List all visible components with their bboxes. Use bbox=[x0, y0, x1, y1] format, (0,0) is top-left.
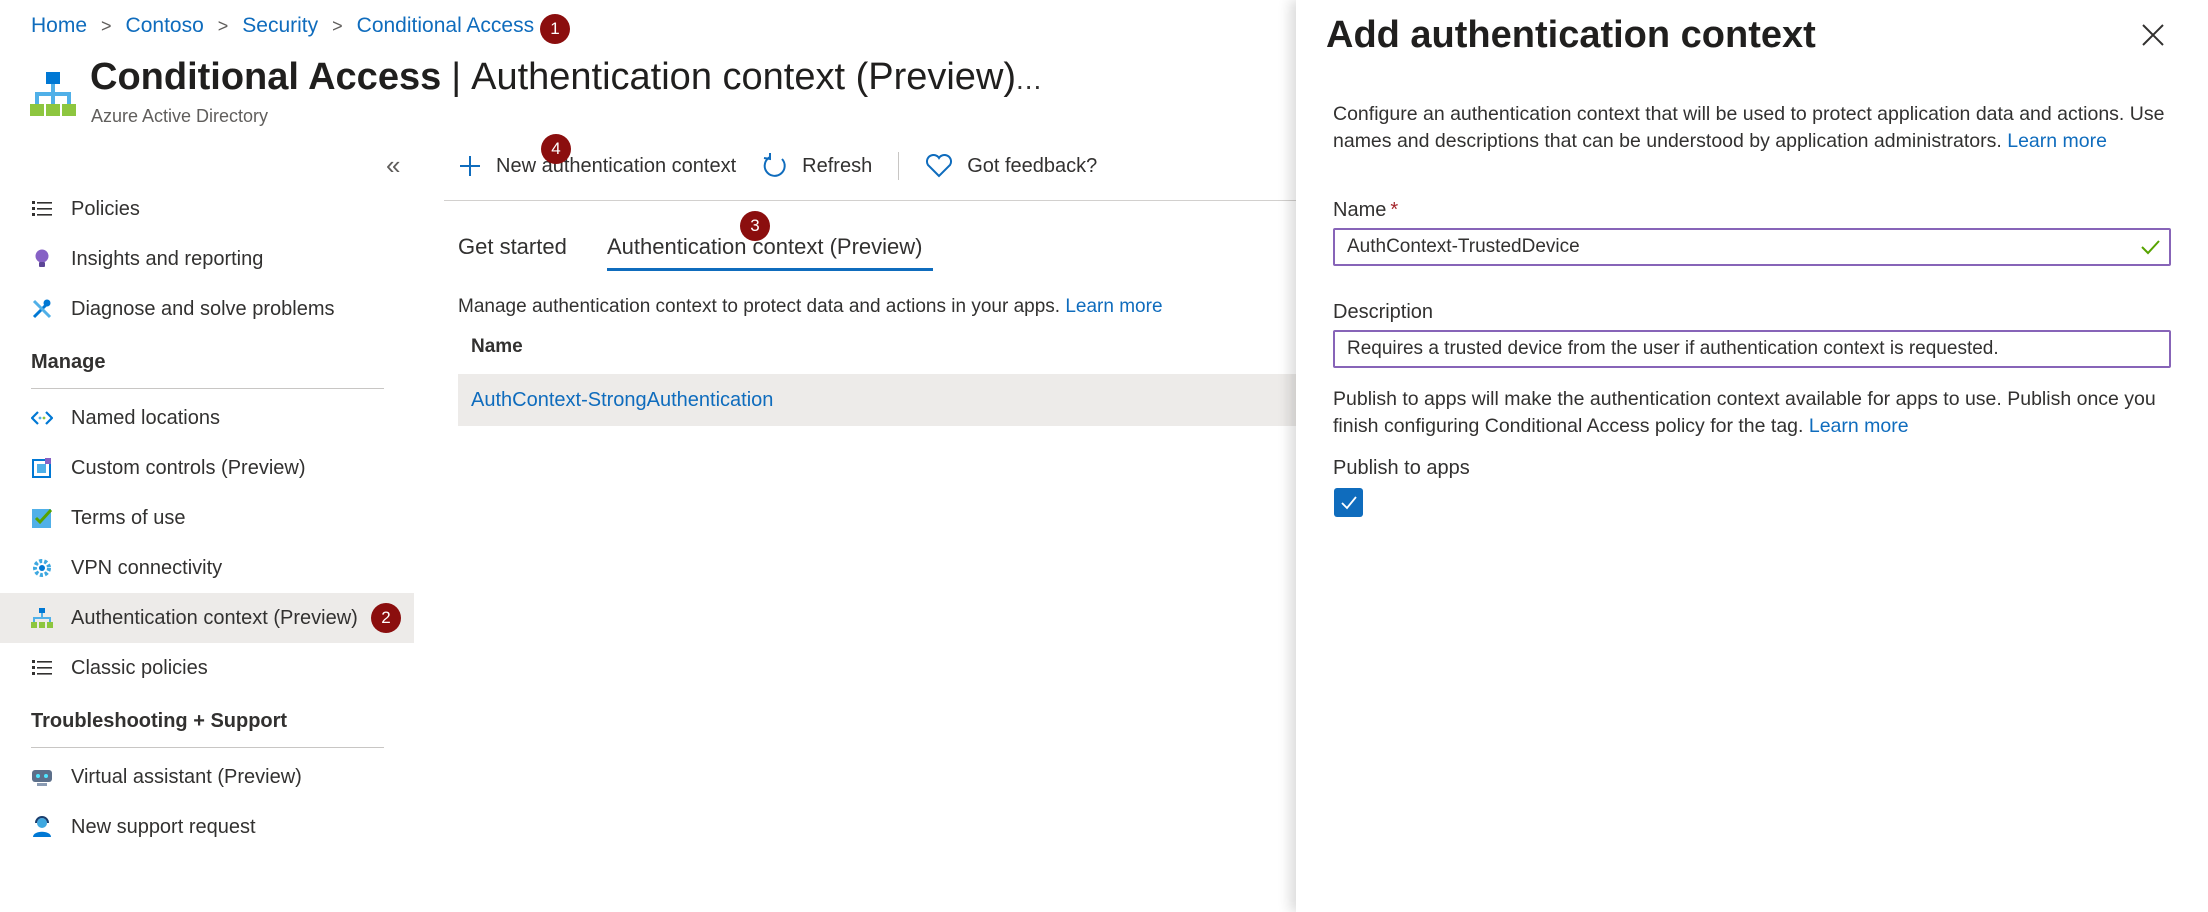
chevron-right-icon: > bbox=[101, 15, 112, 36]
sidebar-item-terms-of-use[interactable]: Terms of use bbox=[0, 493, 414, 543]
panel-intro: Configure an authentication context that… bbox=[1333, 101, 2173, 155]
sidebar-item-authentication-context[interactable]: Authentication context (Preview) 2 bbox=[0, 593, 414, 643]
sidebar-item-new-support-request[interactable]: New support request bbox=[0, 802, 414, 852]
add-authentication-context-panel: Add authentication context Configure an … bbox=[1296, 0, 2208, 912]
sidebar-item-label: Custom controls (Preview) bbox=[71, 456, 306, 479]
chevron-right-icon: > bbox=[217, 15, 229, 36]
description-field-value: Requires a trusted device from the user … bbox=[1347, 338, 1999, 359]
step-badge-4: 4 bbox=[541, 134, 571, 164]
title-separator: | bbox=[451, 56, 462, 98]
breadcrumb-contoso[interactable]: Contoso bbox=[126, 14, 204, 38]
sidebar-item-insights[interactable]: Insights and reporting bbox=[0, 234, 414, 284]
sidebar-item-label: Policies bbox=[71, 197, 140, 220]
command-bar-divider bbox=[444, 200, 1296, 201]
sidebar-item-policies[interactable]: Policies bbox=[0, 184, 414, 234]
table-row[interactable]: AuthContext-StrongAuthentication bbox=[458, 374, 1296, 426]
step-badge-1: 1 bbox=[540, 14, 570, 44]
publish-description: Publish to apps will make the authentica… bbox=[1333, 386, 2173, 440]
sidebar: Policies Insights and reporting Diagnose… bbox=[0, 184, 414, 852]
page-subtitle: Azure Active Directory bbox=[91, 106, 269, 126]
wrench-icon bbox=[31, 298, 53, 320]
sidebar-item-custom-controls[interactable]: Custom controls (Preview) bbox=[0, 443, 414, 493]
content-description: Manage authentication context to protect… bbox=[458, 296, 1163, 318]
sidebar-item-label: Insights and reporting bbox=[71, 247, 264, 270]
sidebar-item-vpn[interactable]: VPN connectivity bbox=[0, 543, 414, 593]
validation-check-icon bbox=[2141, 240, 2160, 255]
selected-tab-indicator bbox=[607, 268, 933, 271]
sidebar-item-label: Diagnose and solve problems bbox=[71, 297, 335, 320]
checkmark-icon bbox=[1340, 495, 1357, 509]
refresh-button[interactable]: Refresh bbox=[762, 153, 872, 179]
section-heading-support: Troubleshooting + Support bbox=[31, 710, 288, 732]
column-header-name[interactable]: Name bbox=[471, 336, 523, 358]
breadcrumb-conditional-access[interactable]: Conditional Access bbox=[357, 14, 534, 38]
collapse-sidebar-icon[interactable]: « bbox=[386, 150, 400, 181]
name-label-text: Name bbox=[1333, 199, 1387, 221]
sidebar-item-diagnose[interactable]: Diagnose and solve problems bbox=[0, 284, 414, 334]
row-link-strong-authentication[interactable]: AuthContext-StrongAuthentication bbox=[471, 389, 773, 412]
step-badge-3: 3 bbox=[740, 211, 770, 241]
sidebar-item-label: VPN connectivity bbox=[71, 556, 223, 579]
chevron-right-icon: > bbox=[332, 15, 343, 36]
refresh-icon bbox=[762, 153, 788, 179]
location-code-icon bbox=[31, 407, 53, 429]
assistant-icon bbox=[31, 766, 53, 788]
publish-to-apps-label: Publish to apps bbox=[1333, 457, 1470, 479]
command-separator bbox=[898, 152, 900, 180]
description-text: Manage authentication context to protect… bbox=[458, 296, 1061, 317]
gear-icon bbox=[31, 557, 53, 579]
list-icon bbox=[31, 657, 53, 679]
sidebar-item-label: Classic policies bbox=[71, 656, 208, 679]
hierarchy-icon bbox=[31, 607, 53, 629]
required-marker: * bbox=[1390, 199, 1399, 221]
new-authentication-context-label: New authentication context bbox=[496, 154, 737, 177]
section-heading-manage: Manage bbox=[31, 351, 106, 373]
sidebar-item-label: Authentication context (Preview) bbox=[71, 606, 358, 629]
sidebar-item-label: New support request bbox=[71, 815, 256, 838]
step-badge-2: 2 bbox=[371, 603, 401, 633]
description-label: Description bbox=[1333, 301, 1434, 323]
custom-control-icon bbox=[31, 457, 53, 479]
sidebar-item-named-locations[interactable]: Named locations bbox=[0, 393, 414, 443]
page-title-main: Conditional Access bbox=[90, 56, 442, 98]
sidebar-item-label: Named locations bbox=[71, 406, 220, 429]
publish-to-apps-checkbox[interactable] bbox=[1334, 488, 1363, 517]
page-title-sub: Authentication context (Preview) bbox=[471, 56, 1017, 98]
tab-get-started[interactable]: Get started bbox=[458, 234, 567, 260]
feedback-button[interactable]: Got feedback? bbox=[925, 154, 1097, 178]
list-icon bbox=[31, 198, 53, 220]
more-options-icon[interactable]: ... bbox=[1016, 64, 1042, 96]
section-divider bbox=[31, 388, 384, 389]
lightbulb-icon bbox=[31, 248, 53, 270]
breadcrumb-security[interactable]: Security bbox=[242, 14, 318, 38]
name-label: Name * bbox=[1333, 199, 1398, 222]
tab-authentication-context[interactable]: Authentication context (Preview) bbox=[607, 234, 923, 260]
page-title: Conditional Access | Authentication contex… bbox=[90, 56, 1016, 99]
sidebar-item-classic-policies[interactable]: Classic policies bbox=[0, 643, 414, 693]
sidebar-item-virtual-assistant[interactable]: Virtual assistant (Preview) bbox=[0, 752, 414, 802]
heart-icon bbox=[925, 154, 953, 178]
learn-more-link[interactable]: Learn more bbox=[1065, 296, 1162, 317]
support-person-icon bbox=[31, 816, 53, 838]
sidebar-item-label: Terms of use bbox=[71, 506, 186, 529]
refresh-label: Refresh bbox=[802, 154, 873, 177]
breadcrumb: Home > Contoso > Security > Conditional … bbox=[31, 14, 534, 38]
description-field[interactable]: Requires a trusted device from the user … bbox=[1333, 330, 2171, 368]
publish-learn-more-link[interactable]: Learn more bbox=[1809, 415, 1909, 437]
name-field[interactable]: AuthContext-TrustedDevice bbox=[1333, 228, 2171, 266]
new-authentication-context-button[interactable]: New authentication context bbox=[458, 154, 736, 178]
checklist-icon bbox=[31, 507, 53, 529]
conditional-access-icon bbox=[30, 72, 76, 116]
panel-intro-learn-more-link[interactable]: Learn more bbox=[2007, 130, 2107, 152]
panel-title: Add authentication context bbox=[1326, 14, 1816, 56]
plus-icon bbox=[458, 154, 482, 178]
publish-description-text: Publish to apps will make the authentica… bbox=[1333, 388, 2156, 437]
section-divider bbox=[31, 747, 384, 748]
breadcrumb-home[interactable]: Home bbox=[31, 14, 87, 38]
name-field-value: AuthContext-TrustedDevice bbox=[1347, 236, 1580, 257]
feedback-label: Got feedback? bbox=[967, 154, 1098, 177]
close-icon[interactable] bbox=[2140, 22, 2166, 48]
sidebar-item-label: Virtual assistant (Preview) bbox=[71, 765, 302, 788]
